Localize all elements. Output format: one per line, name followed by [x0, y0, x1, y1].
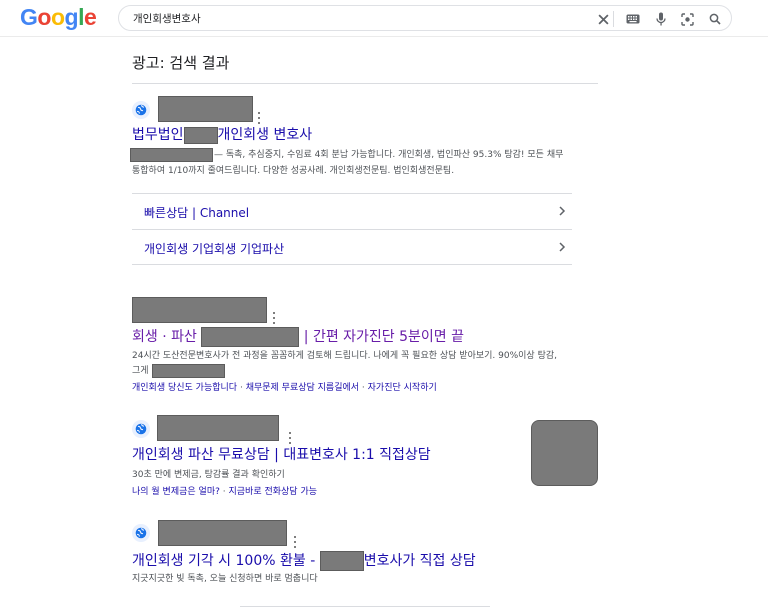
logo-letter: o — [37, 4, 51, 30]
more-options-icon[interactable] — [257, 112, 261, 124]
redacted-site-name — [132, 297, 267, 323]
title-text: 개인회생 기각 시 100% 환불 - — [132, 553, 316, 569]
separator: · — [359, 383, 368, 393]
redacted-firm-name — [319, 551, 364, 571]
inline-sitelink[interactable]: 지금바로 전화상담 가능 — [228, 487, 317, 497]
chevron-right-icon — [559, 242, 566, 252]
inline-sitelink[interactable]: 개인회생 당신도 가능합니다 — [132, 383, 237, 393]
search-input[interactable] — [133, 10, 573, 26]
separator: · — [237, 383, 246, 393]
sitelink-row[interactable]: 빠른상담 | Channel — [132, 193, 572, 229]
sitelink-label: 개인회생 기업회생 기업파산 — [144, 242, 285, 256]
globe-icon — [132, 524, 150, 542]
inline-sitelink[interactable]: 나의 월 변제금은 얼마? — [132, 487, 220, 497]
logo-letter: e — [83, 4, 97, 30]
more-options-icon[interactable] — [272, 312, 276, 324]
top-bar: Google — [0, 0, 768, 37]
chevron-right-icon — [559, 206, 566, 216]
redacted-site-name — [157, 415, 279, 441]
logo-letter: o — [50, 4, 65, 30]
microphone-icon[interactable] — [651, 9, 671, 29]
more-options-icon[interactable] — [288, 432, 292, 444]
inline-sitelink[interactable]: 채무문제 무료상담 지름길에서 — [246, 383, 359, 393]
inline-sitelinks: 개인회생 당신도 가능합니다 · 채무문제 무료상담 지름길에서 · 자가진단 … — [132, 380, 437, 393]
inline-sitelink[interactable]: 자가진단 시작하기 — [368, 383, 437, 393]
result-title-link[interactable]: 개인회생 기각 시 100% 환불 - 변호사가 직접 상담 — [132, 551, 476, 571]
result-snippet: 24시간 도산전문변호사가 전 과정을 꼼꼼하게 검토해 드립니다. 나에게 꼭… — [132, 351, 557, 361]
search-box — [118, 5, 732, 31]
result-title-link[interactable]: 법무법인 개인회생 변호사 — [132, 126, 312, 144]
sitelink-row[interactable]: 개인회생 기업회생 기업파산 — [132, 229, 572, 265]
result-snippet: 지긋지긋한 빚 독촉, 오늘 신청하면 바로 멈춥니다 — [132, 574, 318, 584]
title-text: 회생 · 파산 — [132, 329, 197, 345]
logo-letter: g — [64, 4, 79, 30]
redacted-site-name — [158, 96, 253, 122]
logo-letter: G — [20, 4, 38, 30]
inline-sitelinks: 나의 월 변제금은 얼마? · 지금바로 전화상담 가능 — [132, 484, 317, 497]
redacted-site-name — [158, 520, 287, 546]
google-logo[interactable]: Google — [20, 4, 97, 31]
divider — [132, 83, 598, 84]
redacted-text — [130, 148, 213, 162]
result-title-link[interactable]: 회생 · 파산 | 간편 자가진단 5분이면 끝 — [132, 327, 464, 347]
result-snippet: — 독촉, 추심중지, 수임료 4회 분납 가능합니다. 개인회생, 법인파산 … — [214, 150, 564, 160]
result-thumbnail[interactable] — [531, 420, 598, 486]
globe-icon — [132, 101, 150, 119]
redacted-firm-name — [201, 327, 300, 347]
divider — [240, 606, 490, 607]
search-icon[interactable] — [705, 9, 725, 29]
result-title-link[interactable]: 개인회생 파산 무료상담 | 대표변호사 1:1 직접상담 — [132, 446, 431, 464]
keyboard-icon[interactable] — [623, 9, 643, 29]
lens-icon[interactable] — [677, 9, 697, 29]
clear-icon[interactable] — [593, 9, 613, 29]
sitelink-label: 빠른상담 | Channel — [144, 206, 250, 220]
globe-icon — [132, 420, 150, 438]
title-text: 법무법인 — [132, 127, 184, 143]
search-divider — [613, 11, 614, 27]
more-options-icon[interactable] — [293, 536, 297, 548]
redacted-text — [152, 364, 225, 378]
ads-section-title: 광고: 검색 결과 — [132, 54, 230, 72]
result-snippet: 통합하여 1/10까지 줄여드립니다. 다양한 성공사례. 개인회생전문팀. 법… — [132, 166, 455, 176]
title-text: 변호사가 직접 상담 — [363, 553, 476, 569]
title-text: | 간편 자가진단 5분이면 끝 — [303, 329, 465, 345]
title-text: 개인회생 변호사 — [217, 127, 313, 143]
redacted-firm-name — [183, 126, 218, 144]
